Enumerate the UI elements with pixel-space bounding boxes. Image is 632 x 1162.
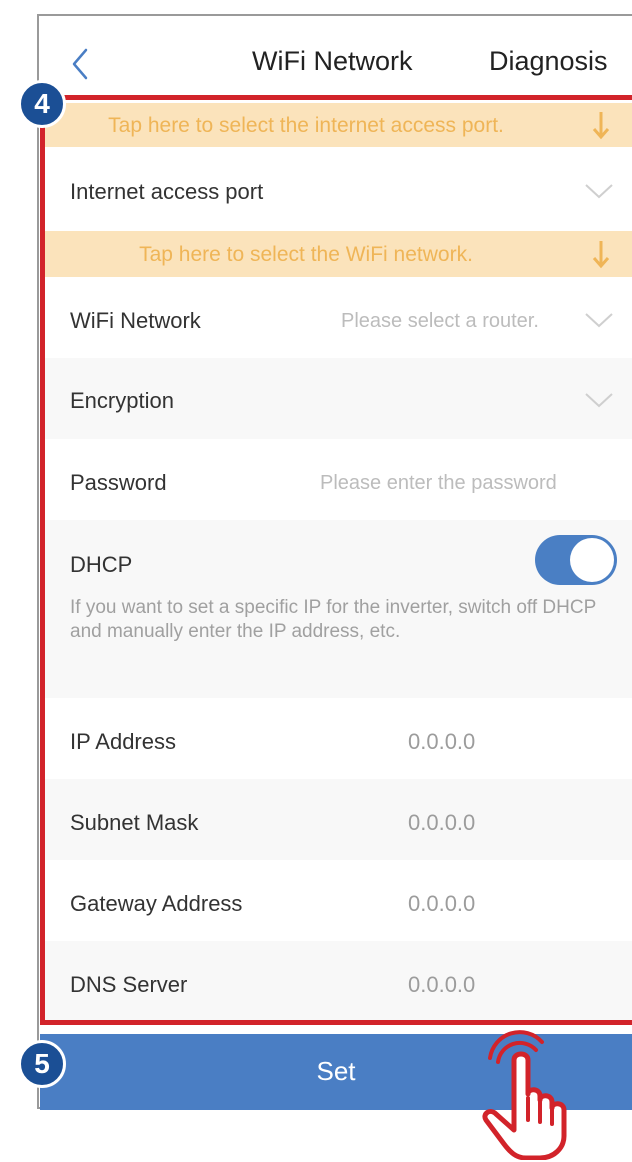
dns-server-field[interactable]: 0.0.0.0 <box>408 972 475 998</box>
password-label: Password <box>70 470 167 495</box>
toggle-knob <box>570 538 614 582</box>
password-field[interactable]: Please enter the password <box>320 472 557 495</box>
chevron-down-icon <box>585 393 613 408</box>
dhcp-description: If you want to set a specific IP for the… <box>70 597 596 642</box>
port-tip-text: Tap here to select the internet access p… <box>108 114 504 137</box>
step4-badge: 4 <box>18 80 66 128</box>
wifi-tip-text: Tap here to select the WiFi network. <box>139 243 473 266</box>
password-row[interactable]: Password Please enter the password <box>40 439 632 521</box>
arrow-down-icon <box>592 112 610 140</box>
diagnosis-button[interactable]: Diagnosis <box>489 46 608 77</box>
chevron-down-icon <box>585 184 613 199</box>
arrow-down-icon <box>592 241 610 269</box>
back-chevron-icon[interactable] <box>68 46 92 82</box>
gateway-label: Gateway Address <box>70 891 243 916</box>
ip-address-label: IP Address <box>70 729 176 754</box>
wifi-tip-banner[interactable]: Tap here to select the WiFi network. <box>40 231 632 277</box>
ip-address-row[interactable]: IP Address 0.0.0.0 <box>40 698 632 780</box>
internet-port-row[interactable]: Internet access port <box>40 147 632 232</box>
dns-server-row[interactable]: DNS Server 0.0.0.0 <box>40 941 632 1021</box>
page-title: WiFi Network <box>252 46 413 76</box>
ip-address-field[interactable]: 0.0.0.0 <box>408 729 475 755</box>
wifi-network-row[interactable]: WiFi Network Please select a router. <box>40 277 632 359</box>
chevron-down-icon <box>585 313 613 328</box>
internet-port-label: Internet access port <box>70 179 264 204</box>
wifi-network-label: WiFi Network <box>70 308 201 333</box>
dhcp-label: DHCP <box>70 552 133 577</box>
wifi-network-placeholder: Please select a router. <box>341 310 539 332</box>
subnet-mask-row[interactable]: Subnet Mask 0.0.0.0 <box>40 779 632 861</box>
step5-badge: 5 <box>18 1040 66 1088</box>
tap-hand-icon <box>482 1030 567 1160</box>
port-tip-banner[interactable]: Tap here to select the internet access p… <box>40 103 632 147</box>
dns-server-label: DNS Server <box>70 972 188 997</box>
dhcp-toggle[interactable] <box>535 535 617 585</box>
gateway-row[interactable]: Gateway Address 0.0.0.0 <box>40 860 632 942</box>
subnet-mask-field[interactable]: 0.0.0.0 <box>408 810 475 836</box>
encryption-row[interactable]: Encryption <box>40 358 632 440</box>
subnet-mask-label: Subnet Mask <box>70 810 199 835</box>
encryption-label: Encryption <box>70 388 174 413</box>
gateway-field[interactable]: 0.0.0.0 <box>408 891 475 917</box>
